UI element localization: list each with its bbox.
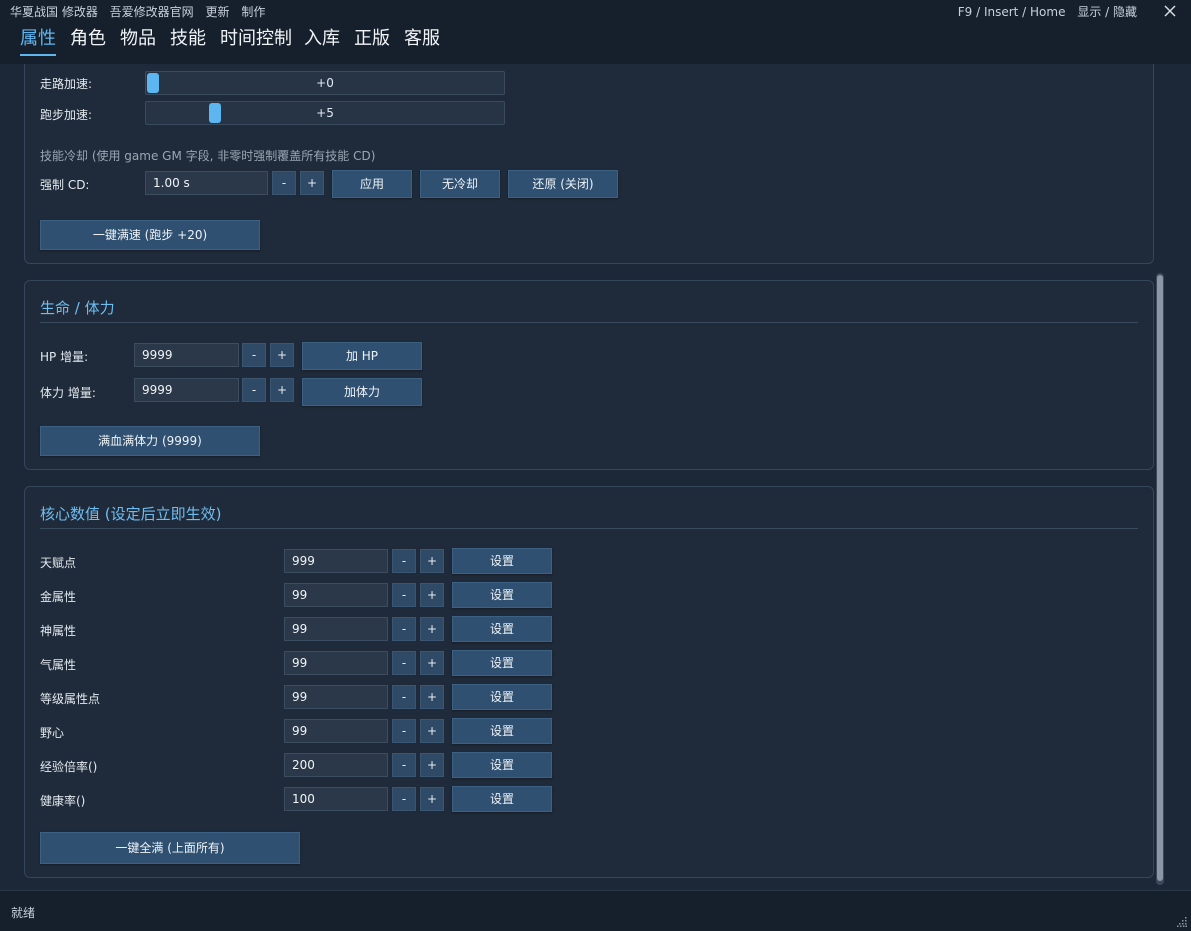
metal-attribute-set-button[interactable]: 设置 (452, 582, 552, 608)
full-hp-stamina-button[interactable]: 满血满体力 (9999) (40, 426, 260, 456)
metal-attribute-input[interactable] (284, 583, 388, 607)
qi-attribute-input[interactable] (284, 651, 388, 675)
hp-increment-label: HP 增量: (40, 350, 89, 364)
talent-points-decrement-button[interactable]: - (392, 549, 416, 573)
talent-points-label: 天赋点 (40, 556, 77, 570)
level-points-input[interactable] (284, 685, 388, 709)
fill-all-button[interactable]: 一键全满 (上面所有) (40, 832, 300, 864)
tab-items[interactable]: 物品 (120, 26, 156, 56)
life-stamina-group: 生命 / 体力 HP 增量: - + 加 HP 体力 增量: - + 加体力 满… (24, 280, 1154, 470)
tab-time-control[interactable]: 时间控制 (220, 26, 292, 56)
spirit-attribute-decrement-button[interactable]: - (392, 617, 416, 641)
tab-character[interactable]: 角色 (70, 26, 106, 56)
run-speed-label: 跑步加速: (40, 108, 93, 122)
talent-points-input[interactable] (284, 549, 388, 573)
life-stamina-title: 生命 / 体力 (40, 299, 115, 317)
force-cd-label: 强制 CD: (40, 178, 90, 192)
credits-link[interactable]: 制作 (241, 5, 265, 19)
talent-points-set-button[interactable]: 设置 (452, 548, 552, 574)
apply-cd-button[interactable]: 应用 (332, 170, 412, 198)
ambition-input[interactable] (284, 719, 388, 743)
health-rate-input[interactable] (284, 787, 388, 811)
health-rate-label: 健康率() (40, 794, 86, 808)
run-speed-value: +5 (316, 106, 334, 120)
tab-attributes[interactable]: 属性 (20, 26, 56, 56)
metal-attribute-increment-button[interactable]: + (420, 583, 444, 607)
cooldown-hint: 技能冷却 (使用 game GM 字段, 非零时强制覆盖所有技能 CD) (40, 149, 376, 163)
level-points-set-button[interactable]: 设置 (452, 684, 552, 710)
core-values-divider (40, 528, 1138, 529)
ambition-set-button[interactable]: 设置 (452, 718, 552, 744)
add-stamina-button[interactable]: 加体力 (302, 378, 422, 406)
tab-storage[interactable]: 入库 (304, 26, 340, 56)
speed-group: 走路加速: +0 跑步加速: +5 技能冷却 (使用 game GM 字段, 非… (24, 64, 1154, 264)
spirit-attribute-label: 神属性 (40, 624, 77, 638)
cd-increment-button[interactable]: + (300, 171, 324, 195)
tab-bar: 属性 角色 物品 技能 时间控制 入库 正版 客服 (0, 22, 1191, 64)
core-values-group: 核心数值 (设定后立即生效) 天赋点 - + 设置 金属性 - + 设置 (24, 486, 1154, 878)
main-window: 华夏战国 修改器 吾爱修改器官网 更新 制作 F9 / Insert / Hom… (0, 0, 1191, 931)
exp-rate-set-button[interactable]: 设置 (452, 752, 552, 778)
life-stamina-divider (40, 322, 1138, 323)
hp-increment-button[interactable]: + (270, 343, 294, 367)
exp-rate-input[interactable] (284, 753, 388, 777)
stamina-increment-label: 体力 增量: (40, 386, 96, 400)
qi-attribute-set-button[interactable]: 设置 (452, 650, 552, 676)
max-speed-button[interactable]: 一键满速 (跑步 +20) (40, 220, 260, 250)
scrollbar-thumb[interactable] (1157, 275, 1163, 881)
level-points-increment-button[interactable]: + (420, 685, 444, 709)
core-values-title: 核心数值 (设定后立即生效) (40, 505, 222, 523)
title-menu: 华夏战国 修改器 吾爱修改器官网 更新 制作 (10, 3, 273, 20)
metal-attribute-decrement-button[interactable]: - (392, 583, 416, 607)
walk-speed-slider[interactable]: +0 (145, 71, 505, 95)
walk-speed-value: +0 (316, 76, 334, 90)
tab-genuine[interactable]: 正版 (354, 26, 390, 56)
hp-increment-input[interactable] (134, 343, 239, 367)
talent-points-increment-button[interactable]: + (420, 549, 444, 573)
force-cd-input[interactable] (145, 171, 268, 195)
ambition-decrement-button[interactable]: - (392, 719, 416, 743)
qi-attribute-increment-button[interactable]: + (420, 651, 444, 675)
tab-skills[interactable]: 技能 (170, 26, 206, 56)
status-text: 就绪 (11, 906, 36, 920)
title-hotkeys: F9 / Insert / Home 显示 / 隐藏 (950, 3, 1137, 20)
qi-attribute-label: 气属性 (40, 658, 77, 672)
run-speed-slider[interactable]: +5 (145, 101, 505, 125)
close-icon[interactable] (1161, 2, 1179, 20)
ambition-increment-button[interactable]: + (420, 719, 444, 743)
qi-attribute-decrement-button[interactable]: - (392, 651, 416, 675)
stamina-decrement-button[interactable]: - (242, 378, 266, 402)
cd-decrement-button[interactable]: - (272, 171, 296, 195)
tab-support[interactable]: 客服 (404, 26, 440, 56)
level-points-decrement-button[interactable]: - (392, 685, 416, 709)
metal-attribute-label: 金属性 (40, 590, 77, 604)
ambition-label: 野心 (40, 726, 65, 740)
spirit-attribute-input[interactable] (284, 617, 388, 641)
stamina-increment-button[interactable]: + (270, 378, 294, 402)
exp-rate-label: 经验倍率() (40, 760, 98, 774)
toggle-visibility-text: 显示 / 隐藏 (1077, 5, 1137, 19)
restore-cd-button[interactable]: 还原 (关闭) (508, 170, 618, 198)
content-area: 走路加速: +0 跑步加速: +5 技能冷却 (使用 game GM 字段, 非… (0, 64, 1191, 890)
resize-grip-icon[interactable] (1177, 917, 1187, 927)
health-rate-set-button[interactable]: 设置 (452, 786, 552, 812)
add-hp-button[interactable]: 加 HP (302, 342, 422, 370)
update-link[interactable]: 更新 (206, 5, 230, 19)
exp-rate-decrement-button[interactable]: - (392, 753, 416, 777)
official-site-link[interactable]: 吾爱修改器官网 (110, 5, 194, 19)
spirit-attribute-increment-button[interactable]: + (420, 617, 444, 641)
hp-decrement-button[interactable]: - (242, 343, 266, 367)
status-bar: 就绪 (0, 890, 1191, 931)
app-title: 华夏战国 修改器 (10, 5, 98, 19)
spirit-attribute-set-button[interactable]: 设置 (452, 616, 552, 642)
hotkey-text: F9 / Insert / Home (957, 5, 1066, 19)
no-cooldown-button[interactable]: 无冷却 (420, 170, 500, 198)
walk-speed-label: 走路加速: (40, 77, 93, 91)
stamina-increment-input[interactable] (134, 378, 239, 402)
health-rate-decrement-button[interactable]: - (392, 787, 416, 811)
title-bar: 华夏战国 修改器 吾爱修改器官网 更新 制作 F9 / Insert / Hom… (0, 0, 1191, 22)
health-rate-increment-button[interactable]: + (420, 787, 444, 811)
level-points-label: 等级属性点 (40, 692, 101, 706)
exp-rate-increment-button[interactable]: + (420, 753, 444, 777)
